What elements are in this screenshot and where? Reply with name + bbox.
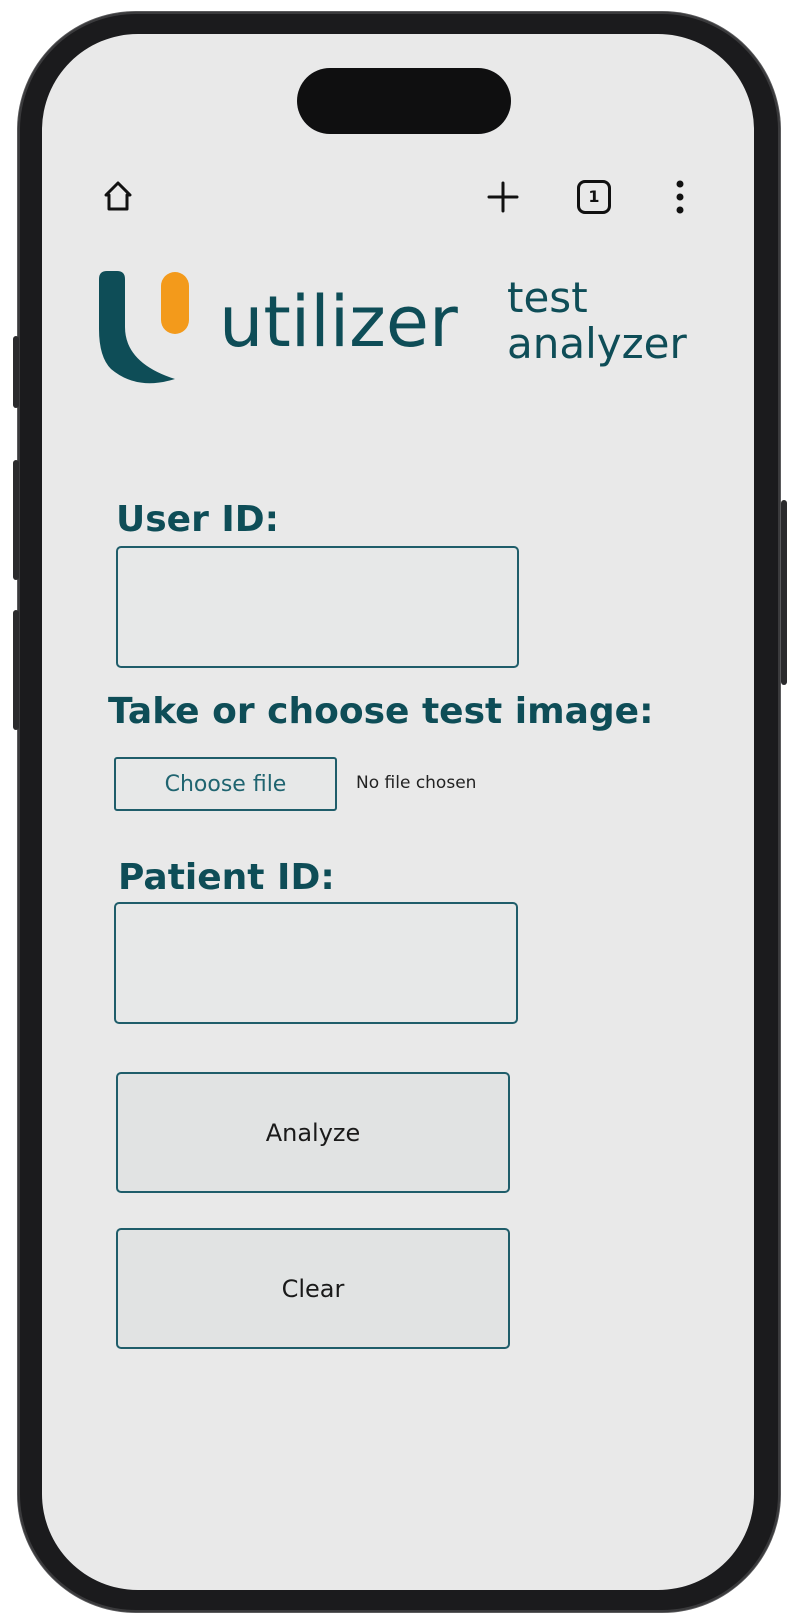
plus-icon[interactable]: [486, 180, 520, 214]
clear-button[interactable]: Clear: [116, 1228, 510, 1349]
power-button: [781, 500, 787, 685]
volume-up-button: [13, 460, 19, 580]
volume-down-button: [13, 610, 19, 730]
user-id-label: User ID:: [116, 499, 280, 540]
utilizer-logo: utilizer test analyzer: [97, 269, 737, 389]
choose-file-button[interactable]: Choose file: [114, 757, 337, 811]
logo-subtitle: test analyzer: [507, 273, 687, 368]
more-vertical-icon[interactable]: [668, 178, 692, 216]
action-button: [13, 336, 19, 408]
analyze-button[interactable]: Analyze: [116, 1072, 510, 1193]
logo-wordmark: utilizer: [219, 281, 458, 363]
user-id-input[interactable]: [116, 546, 519, 668]
tab-switcher-button[interactable]: 1: [577, 180, 611, 214]
home-icon[interactable]: [100, 178, 136, 214]
utilizer-logo-mark: [99, 271, 189, 384]
file-status-text: No file chosen: [356, 773, 477, 793]
test-image-label: Take or choose test image:: [108, 691, 654, 732]
patient-id-input[interactable]: [114, 902, 518, 1024]
tab-count: 1: [588, 187, 600, 206]
phone-screen: 1 utilizer test analyzer User ID: Take o…: [42, 34, 754, 1590]
dynamic-island: [297, 68, 511, 134]
patient-id-label: Patient ID:: [118, 857, 335, 898]
